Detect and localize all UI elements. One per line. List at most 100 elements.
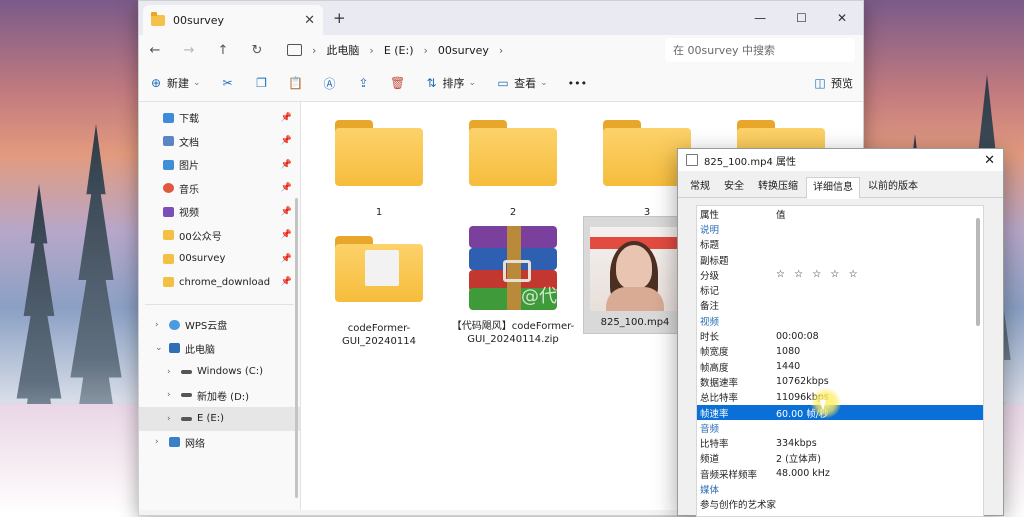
nav-item-network[interactable]: › 网络: [139, 431, 300, 455]
pin-icon: 📌: [280, 112, 292, 123]
nav-scrollbar[interactable]: [295, 198, 298, 498]
pin-icon: 📌: [280, 230, 292, 241]
folder-item[interactable]: 1: [319, 120, 439, 219]
view-button[interactable]: ▭ 查看 ⌄: [496, 75, 547, 91]
property-header: 属性 值: [700, 209, 786, 221]
item-label: codeFormer-GUI_20240114: [342, 323, 416, 347]
chevron-right-icon[interactable]: ›: [167, 390, 181, 400]
nav-item-drive-e[interactable]: › E (E:): [139, 407, 300, 431]
property-value: 334kbps: [776, 437, 817, 449]
nav-item-videos[interactable]: 视频 📌: [139, 200, 300, 224]
dialog-title-bar: 825_100.mp4 属性 ✕: [678, 149, 1003, 171]
property-key: 帧速率: [700, 408, 729, 420]
property-row[interactable]: 帧宽度 1080: [697, 344, 983, 359]
preview-button[interactable]: ◫ 预览: [813, 75, 853, 91]
more-button[interactable]: •••: [568, 77, 587, 90]
command-bar: ⊕ 新建 ⌄ ✂ ❐ 📋 Ⓐ ⇪ 🗑 ⇅ 排序 ⌄ ▭ 查看 ⌄ ••• ◫ 预…: [139, 65, 863, 102]
property-row[interactable]: 音频采样频率 48.000 kHz: [697, 466, 983, 481]
forward-button[interactable]: →: [181, 43, 197, 58]
property-row[interactable]: 备注: [697, 298, 983, 313]
tab-general[interactable]: 常规: [684, 177, 716, 197]
property-row[interactable]: 时长 00:00:08: [697, 328, 983, 344]
property-row[interactable]: 参与创作的艺术家: [697, 497, 983, 512]
rating-stars[interactable]: ☆ ☆ ☆ ☆ ☆: [776, 269, 861, 280]
new-button[interactable]: ⊕ 新建 ⌄: [149, 75, 201, 91]
nav-item-folder[interactable]: 00survey 📌: [139, 247, 300, 271]
cut-icon[interactable]: ✂: [221, 76, 235, 90]
chevron-right-icon[interactable]: ›: [155, 320, 169, 330]
folder-item[interactable]: codeFormer-GUI_20240114: [319, 236, 439, 348]
pin-icon: 📌: [280, 253, 292, 264]
property-row[interactable]: 频道 2 (立体声): [697, 451, 983, 466]
property-key: 说明: [700, 224, 720, 236]
property-row[interactable]: 数据速率 10762kbps: [697, 374, 983, 389]
up-button[interactable]: ↑: [215, 43, 231, 58]
close-tab-icon[interactable]: ✕: [304, 13, 315, 28]
property-key: 副标题: [700, 255, 729, 267]
property-row[interactable]: 分级 ☆ ☆ ☆ ☆ ☆: [697, 267, 983, 282]
property-scrollbar[interactable]: [976, 218, 980, 326]
folder-icon: [163, 253, 174, 264]
paste-icon[interactable]: 📋: [288, 76, 303, 90]
chevron-down-icon[interactable]: ⌄: [155, 343, 169, 353]
nav-item-this-pc[interactable]: ⌄ 此电脑: [139, 337, 300, 361]
property-row[interactable]: 标题: [697, 237, 983, 252]
new-tab-button[interactable]: +: [333, 9, 346, 27]
refresh-button[interactable]: ↻: [249, 43, 265, 58]
nav-item-folder[interactable]: 00公众号 📌: [139, 224, 300, 248]
property-row[interactable]: 副标题: [697, 252, 983, 267]
folder-item[interactable]: 2: [453, 120, 573, 219]
property-section[interactable]: 说明: [697, 221, 983, 236]
copy-icon[interactable]: ❐: [255, 76, 269, 90]
video-item-selected[interactable]: 825_100.mp4: [583, 216, 687, 334]
rename-icon[interactable]: Ⓐ: [323, 76, 337, 91]
nav-item-pictures[interactable]: 图片 📌: [139, 153, 300, 177]
nav-item-drive-d[interactable]: › 新加卷 (D:): [139, 384, 300, 408]
pin-icon: 📌: [280, 159, 292, 170]
property-section[interactable]: 音频: [697, 420, 983, 435]
search-input[interactable]: 在 00survey 中搜索: [665, 38, 855, 62]
tab-security[interactable]: 安全: [718, 177, 750, 197]
tab-title: 00survey: [173, 13, 225, 27]
folder-icon: [163, 277, 174, 288]
chevron-right-icon[interactable]: ›: [167, 367, 181, 377]
property-key: 比特率: [700, 439, 729, 451]
breadcrumb-item[interactable]: E (E:): [384, 44, 414, 57]
view-icon: ▭: [497, 76, 509, 90]
property-section[interactable]: 视频: [697, 313, 983, 328]
maximize-button[interactable]: ☐: [796, 11, 807, 25]
property-section[interactable]: 媒体: [697, 481, 983, 496]
tab-details[interactable]: 详细信息: [806, 177, 860, 199]
property-key: 音频采样频率: [700, 469, 758, 481]
sort-button[interactable]: ⇅ 排序 ⌄: [425, 75, 477, 91]
minimize-button[interactable]: —: [754, 11, 766, 25]
nav-item-documents[interactable]: 文档 📌: [139, 130, 300, 154]
back-button[interactable]: ←: [147, 43, 163, 58]
nav-item-music[interactable]: 音乐 📌: [139, 177, 300, 201]
title-bar: 00survey ✕ + — ☐ ✕: [139, 1, 863, 35]
property-row[interactable]: 比特率 334kbps: [697, 435, 983, 451]
close-dialog-button[interactable]: ✕: [984, 153, 995, 168]
chevron-right-icon[interactable]: ›: [155, 437, 169, 447]
pin-icon: 📌: [280, 183, 292, 194]
nav-item-drive-c[interactable]: › Windows (C:): [139, 360, 300, 384]
share-icon[interactable]: ⇪: [357, 76, 371, 90]
breadcrumb-item[interactable]: 00survey: [438, 44, 489, 57]
drive-icon: [181, 393, 192, 398]
tab-previous-versions[interactable]: 以前的版本: [862, 177, 924, 197]
chevron-right-icon[interactable]: ›: [167, 414, 181, 424]
nav-item-downloads[interactable]: 下载 📌: [139, 106, 300, 130]
nav-item-wps-cloud[interactable]: › WPS云盘: [139, 313, 300, 337]
property-row[interactable]: 标记: [697, 282, 983, 297]
close-window-button[interactable]: ✕: [837, 11, 847, 25]
search-placeholder: 在 00survey 中搜索: [673, 44, 776, 57]
breadcrumb[interactable]: › 此电脑 › E (E:) › 00survey ›: [287, 38, 627, 62]
property-value: 48.000 kHz: [776, 468, 830, 480]
breadcrumb-item[interactable]: 此电脑: [326, 42, 359, 58]
tab-convert[interactable]: 转换压缩: [752, 177, 804, 197]
property-row[interactable]: 帧高度 1440: [697, 359, 983, 374]
explorer-tab[interactable]: 00survey ✕: [143, 5, 323, 35]
navigation-pane: 下载 📌 文档 📌 图片 📌 音乐 📌 视频 📌 00公众号 📌 00surve…: [139, 102, 301, 510]
delete-icon[interactable]: 🗑: [390, 76, 405, 90]
nav-item-folder[interactable]: chrome_download 📌: [139, 271, 300, 295]
